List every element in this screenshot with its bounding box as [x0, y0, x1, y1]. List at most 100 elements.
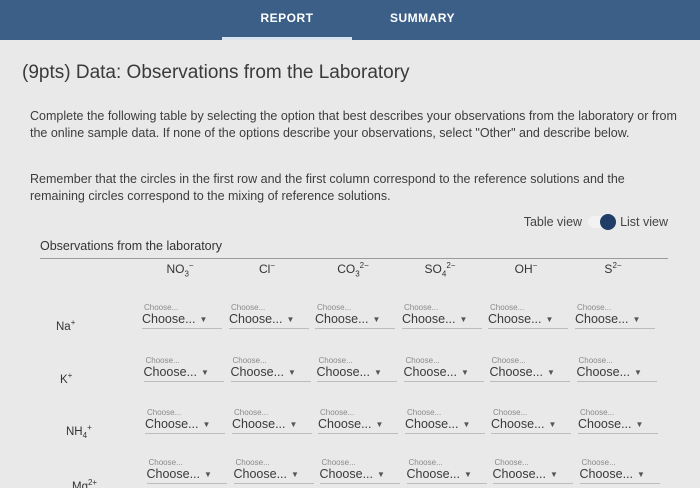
chevron-down-icon: ▼ — [204, 469, 212, 479]
dropdown-value: Choose... — [406, 467, 461, 481]
chevron-down-icon: ▼ — [461, 367, 469, 377]
view-toggle-switch[interactable] — [588, 214, 617, 230]
observation-cell: Choose... Choose... ▼ — [406, 458, 487, 484]
observation-dropdown[interactable]: Choose... ▼ — [406, 467, 487, 484]
choose-hint: Choose... — [493, 408, 528, 417]
column-ion-base: CO — [337, 262, 356, 276]
observation-dropdown[interactable]: Choose... ▼ — [143, 365, 224, 382]
table-label: Observations from the laboratory — [40, 239, 223, 253]
observation-cell: Choose... Choose... ▼ — [578, 408, 658, 434]
observation-dropdown[interactable]: Choose... ▼ — [230, 365, 311, 382]
row-header: Na+ — [56, 318, 106, 333]
list-view-label[interactable]: List view — [620, 215, 668, 229]
choose-hint: Choose... — [234, 408, 269, 417]
row-ion-base: K — [60, 373, 68, 386]
choose-hint: Choose... — [580, 408, 615, 417]
dropdown-value: Choose... — [579, 467, 634, 481]
column-header: SO42− — [400, 261, 480, 278]
chevron-down-icon: ▼ — [545, 314, 554, 324]
toggle-knob — [600, 214, 617, 230]
observation-dropdown[interactable]: Choose... ▼ — [578, 417, 658, 434]
row-ion-base: NH — [66, 425, 83, 438]
column-ion-subscript: 3 — [355, 269, 360, 279]
observation-dropdown[interactable]: Choose... ▼ — [405, 417, 485, 434]
dropdown-value: Choose... — [578, 417, 632, 431]
observation-dropdown[interactable]: Choose... ▼ — [576, 365, 657, 382]
instructions-paragraph: Complete the following table by selectin… — [30, 109, 677, 140]
column-ion-base: NO — [166, 262, 185, 276]
chevron-down-icon: ▼ — [286, 314, 295, 324]
observation-dropdown[interactable]: Choose... ▼ — [579, 467, 660, 484]
observation-dropdown[interactable]: Choose... ▼ — [316, 365, 397, 382]
dropdown-value: Choose... — [488, 312, 542, 326]
observation-dropdown[interactable]: Choose... ▼ — [488, 312, 568, 329]
observation-dropdown[interactable]: Choose... ▼ — [575, 312, 655, 329]
observation-dropdown[interactable]: Choose... ▼ — [402, 312, 482, 329]
observation-dropdown[interactable]: Choose... ▼ — [233, 467, 314, 484]
column-ion-superscript: 2− — [359, 261, 369, 270]
tab-summary[interactable]: SUMMARY — [360, 0, 485, 40]
chevron-down-icon: ▼ — [462, 419, 471, 429]
chevron-down-icon: ▼ — [199, 314, 208, 324]
chevron-down-icon: ▼ — [288, 367, 296, 377]
observation-dropdown[interactable]: Choose... ▼ — [318, 417, 398, 434]
dropdown-value: Choose... — [576, 365, 631, 379]
observation-dropdown[interactable]: Choose... ▼ — [315, 312, 395, 329]
observation-cell: Choose... Choose... ▼ — [488, 303, 568, 329]
view-toggle: Table view List view — [524, 214, 668, 230]
observation-dropdown[interactable]: Choose... ▼ — [232, 417, 312, 434]
observation-dropdown[interactable]: Choose... ▼ — [492, 467, 573, 484]
choose-hint: Choose... — [578, 356, 613, 365]
dropdown-value: Choose... — [316, 365, 371, 379]
observation-cell: Choose... Choose... ▼ — [575, 303, 655, 329]
observation-dropdown[interactable]: Choose... ▼ — [403, 365, 484, 382]
table-view-label[interactable]: Table view — [524, 215, 582, 229]
observation-cell: Choose... Choose... ▼ — [403, 356, 484, 382]
choose-hint: Choose... — [491, 356, 526, 365]
column-ion-base: SO — [424, 262, 442, 276]
chevron-down-icon: ▼ — [464, 469, 472, 479]
observation-cell: Choose... Choose... ▼ — [316, 356, 397, 382]
observation-cell: Choose... Choose... ▼ — [232, 408, 312, 434]
observation-dropdown[interactable]: Choose... ▼ — [491, 417, 571, 434]
column-header: OH− — [486, 261, 566, 276]
observation-dropdown[interactable]: Choose... ▼ — [146, 467, 227, 484]
observation-dropdown[interactable]: Choose... ▼ — [229, 312, 309, 329]
page-title: (9pts) Data: Observations from the Labor… — [22, 62, 410, 83]
reminder-paragraph: Remember that the circles in the first r… — [30, 172, 625, 203]
dropdown-value: Choose... — [146, 467, 201, 481]
chevron-down-icon: ▼ — [632, 314, 641, 324]
chevron-down-icon: ▼ — [291, 469, 299, 479]
observation-cell: Choose... Choose... ▼ — [233, 458, 314, 484]
observation-dropdown[interactable]: Choose... ▼ — [142, 312, 222, 329]
column-ion-subscript: 4 — [441, 269, 447, 279]
choose-hint: Choose... — [577, 303, 612, 312]
row-header: Mg2+ — [72, 478, 122, 488]
chevron-down-icon: ▼ — [377, 469, 385, 479]
tab-report[interactable]: REPORT — [222, 0, 352, 40]
chevron-down-icon: ▼ — [634, 367, 642, 377]
observation-dropdown[interactable]: Choose... ▼ — [319, 467, 400, 484]
dropdown-value: Choose... — [315, 312, 369, 326]
choose-hint: Choose... — [404, 303, 439, 312]
chevron-down-icon: ▼ — [374, 367, 382, 377]
column-ion-superscript: 2− — [612, 261, 622, 270]
observation-cell: Choose... Choose... ▼ — [489, 356, 570, 382]
observation-cell: Choose... Choose... ▼ — [229, 303, 309, 329]
dropdown-value: Choose... — [575, 312, 629, 326]
choose-hint: Choose... — [318, 356, 353, 365]
column-header: NO3− — [140, 261, 220, 278]
chevron-down-icon: ▼ — [547, 367, 555, 377]
observation-dropdown[interactable]: Choose... ▼ — [489, 365, 570, 382]
choose-hint: Choose... — [232, 356, 267, 365]
row-header: K+ — [60, 371, 110, 386]
observation-dropdown[interactable]: Choose... ▼ — [145, 417, 225, 434]
choose-hint: Choose... — [231, 303, 266, 312]
observation-cell: Choose... Choose... ▼ — [315, 303, 395, 329]
choose-hint: Choose... — [408, 458, 443, 467]
chevron-down-icon: ▼ — [550, 469, 558, 479]
column-ion-base: Cl — [258, 262, 271, 276]
row-ion-base: Na — [56, 320, 71, 333]
dropdown-value: Choose... — [492, 467, 547, 481]
chevron-down-icon: ▼ — [372, 314, 381, 324]
